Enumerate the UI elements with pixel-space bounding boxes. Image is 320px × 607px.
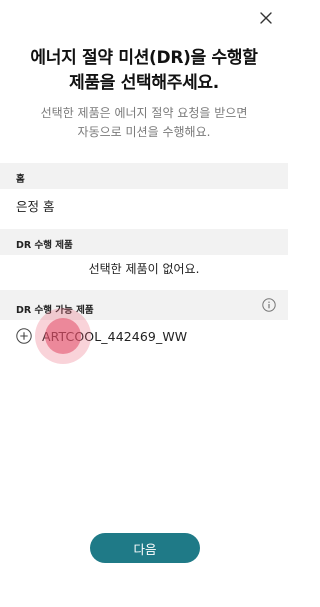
home-section-header: 홈 bbox=[0, 163, 288, 189]
home-name: 은정 홈 bbox=[16, 199, 55, 214]
next-button[interactable]: 다음 bbox=[90, 533, 200, 563]
dr-section-header: DR 수행 제품 bbox=[0, 229, 288, 255]
dialog-title: 에너지 절약 미션(DR)을 수행할 제품을 선택해주세요. bbox=[30, 48, 258, 93]
close-button[interactable] bbox=[256, 8, 276, 28]
dr-section-label: DR 수행 제품 bbox=[16, 240, 73, 251]
dialog-subtitle: 선택한 제품은 에너지 절약 요청을 받으면 자동으로 미션을 수행해요. bbox=[40, 106, 248, 139]
touch-indicator bbox=[45, 318, 81, 354]
close-icon bbox=[260, 12, 272, 24]
dr-empty-message: 선택한 제품이 없어요. bbox=[88, 262, 200, 276]
add-circle-icon[interactable] bbox=[16, 328, 32, 344]
info-icon[interactable] bbox=[262, 298, 276, 312]
home-section-label: 홈 bbox=[16, 174, 25, 185]
